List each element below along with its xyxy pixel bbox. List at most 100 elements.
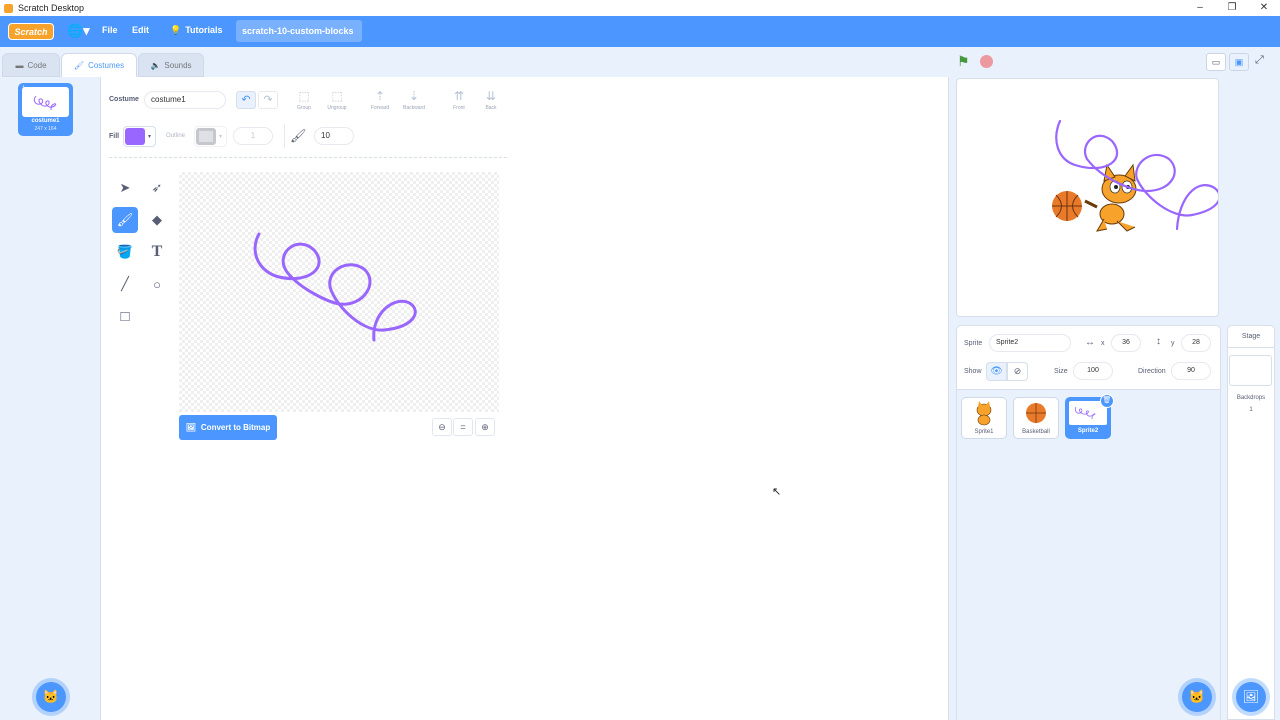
zoom-in-icon: ⊕ (481, 422, 489, 432)
show-sprite-button[interactable]: 👁 (986, 362, 1007, 381)
stage[interactable] (956, 78, 1219, 317)
fill-label: Fill (109, 133, 120, 140)
chevron-down-icon: ▾ (219, 134, 223, 140)
x-input[interactable]: 36 (1111, 334, 1141, 352)
reshape-icon: ➶ (151, 180, 163, 195)
redo-button[interactable]: ↷ (258, 91, 278, 109)
fullscreen-button[interactable]: ⤢ (1255, 54, 1264, 67)
back-button[interactable]: ⇊ Back (480, 89, 502, 111)
delete-sprite-button[interactable]: 🗑 (1100, 394, 1114, 408)
tab-sounds[interactable]: 🔈 Sounds (138, 53, 204, 77)
front-icon: ⇈ (453, 89, 465, 103)
group-icon: ⬚ (298, 89, 310, 103)
sprite-tile-sprite1[interactable]: Sprite1 (961, 397, 1007, 439)
toolbar-divider (109, 157, 507, 158)
tab-costumes[interactable]: 🖌 Costumes (61, 53, 137, 77)
fill-tool[interactable]: 🪣 (112, 239, 138, 265)
scratch-logo[interactable]: Scratch (8, 23, 54, 40)
rectangle-tool[interactable]: □ (112, 303, 138, 329)
cat-add-icon: 🐱 (42, 689, 60, 704)
brush-icon: 🖌 (73, 61, 85, 70)
front-button[interactable]: ⇈ Front (448, 89, 470, 111)
backward-button[interactable]: ⇣ Backward (398, 89, 430, 111)
convert-to-bitmap-button[interactable]: 🖼 Convert to Bitmap (179, 415, 277, 440)
choose-backdrop-button[interactable]: 🖼 (1236, 682, 1266, 712)
stop-button[interactable] (980, 55, 993, 68)
rectangle-icon: □ (120, 307, 130, 325)
app-icon (4, 3, 13, 13)
zoom-reset-button[interactable]: = (453, 418, 473, 436)
direction-label: Direction (1138, 368, 1166, 375)
tab-code[interactable]: ▬ Code (2, 53, 60, 77)
sprite-tile-basketball[interactable]: Basketball (1013, 397, 1059, 439)
hide-sprite-button[interactable]: ⊘ (1007, 362, 1028, 381)
costume-name-input[interactable]: costume1 (144, 91, 226, 109)
small-stage-button[interactable]: ▭ (1206, 53, 1226, 71)
undo-button[interactable]: ↶ (236, 91, 256, 109)
chevron-down-icon: ▾ (148, 134, 152, 140)
green-flag-button[interactable]: ⚑ (957, 53, 970, 70)
x-label: x (1101, 340, 1105, 347)
line-icon: ╱ (121, 276, 129, 291)
tutorials-menu[interactable]: 💡 Tutorials (170, 25, 223, 36)
direction-input[interactable]: 90 (1171, 362, 1211, 380)
sprite-name: Basketball (1022, 429, 1050, 435)
arrow-icon: ➤ (119, 180, 131, 195)
paint-canvas[interactable] (179, 172, 499, 412)
outline-color-picker[interactable]: ▾ (194, 126, 227, 147)
brush-size-input[interactable]: 10 (314, 127, 354, 145)
size-input[interactable]: 100 (1073, 362, 1113, 380)
forward-button[interactable]: ⇡ Forward (366, 89, 394, 111)
maximize-button[interactable]: ❐ (1216, 0, 1248, 16)
small-stage-icon: ▭ (1211, 57, 1221, 67)
edit-menu[interactable]: Edit (132, 25, 149, 35)
choose-costume-button[interactable]: 🐱 (36, 682, 66, 712)
undo-icon: ↶ (241, 94, 251, 106)
costume-tile[interactable]: 1 costume1 247 x 164 (18, 83, 73, 136)
line-tool[interactable]: ╱ (112, 271, 138, 297)
backdrop-thumbnail[interactable] (1229, 355, 1272, 386)
forward-icon: ⇡ (374, 89, 386, 103)
outline-width-input[interactable]: 1 (233, 127, 273, 145)
eye-slash-icon: ⊘ (1013, 366, 1022, 376)
eye-icon: 👁 (990, 366, 1003, 377)
file-menu[interactable]: File (102, 25, 118, 35)
size-label: Size (1054, 368, 1068, 375)
zoom-in-button[interactable]: ⊕ (475, 418, 495, 436)
sprite-label: Sprite (964, 340, 983, 347)
circle-icon: ○ (153, 276, 161, 292)
fill-color-picker[interactable]: ▾ (123, 126, 156, 147)
ungroup-icon: ⬚ (331, 89, 343, 103)
costume-list (0, 77, 101, 720)
large-stage-icon: ▣ (1234, 57, 1244, 67)
speaker-icon: 🔈 (150, 60, 161, 70)
eraser-tool[interactable]: ◆ (144, 207, 170, 233)
menu-bar: Scratch 🌐▾ File Edit 💡 Tutorials scratch… (0, 16, 1280, 47)
sprite-name-input[interactable]: Sprite2 (989, 334, 1071, 352)
large-stage-button[interactable]: ▣ (1229, 53, 1249, 71)
ungroup-button[interactable]: ⬚ Ungroup (322, 89, 352, 111)
code-icon: ▬ (15, 60, 24, 70)
globe-icon[interactable]: 🌐▾ (67, 23, 90, 39)
minimize-button[interactable]: – (1184, 0, 1216, 16)
text-tool[interactable]: T (144, 239, 170, 265)
sprite-pane (956, 390, 1221, 720)
costume-size: 247 x 164 (34, 126, 57, 132)
window-title-bar: Scratch Desktop – ❐ ✕ (0, 0, 1280, 16)
circle-tool[interactable]: ○ (144, 271, 170, 297)
reshape-tool[interactable]: ➶ (144, 175, 170, 201)
backdrops-label: Backdrops (1236, 395, 1266, 401)
brush-tool[interactable]: 🖌 (112, 207, 138, 233)
backdrops-count: 1 (1249, 407, 1253, 413)
costume-name: costume1 (31, 118, 60, 124)
stage-scene (1052, 119, 1218, 232)
y-input[interactable]: 28 (1181, 334, 1211, 352)
select-tool[interactable]: ➤ (112, 175, 138, 201)
eraser-icon: ◆ (152, 212, 162, 227)
group-button[interactable]: ⬚ Group (292, 89, 316, 111)
close-window-button[interactable]: ✕ (1248, 0, 1280, 16)
fill-swatch (125, 128, 145, 145)
project-title-input[interactable]: scratch-10-custom-blocks (236, 20, 362, 42)
choose-sprite-button[interactable]: 🐱 (1182, 682, 1212, 712)
zoom-out-button[interactable]: ⊖ (432, 418, 452, 436)
